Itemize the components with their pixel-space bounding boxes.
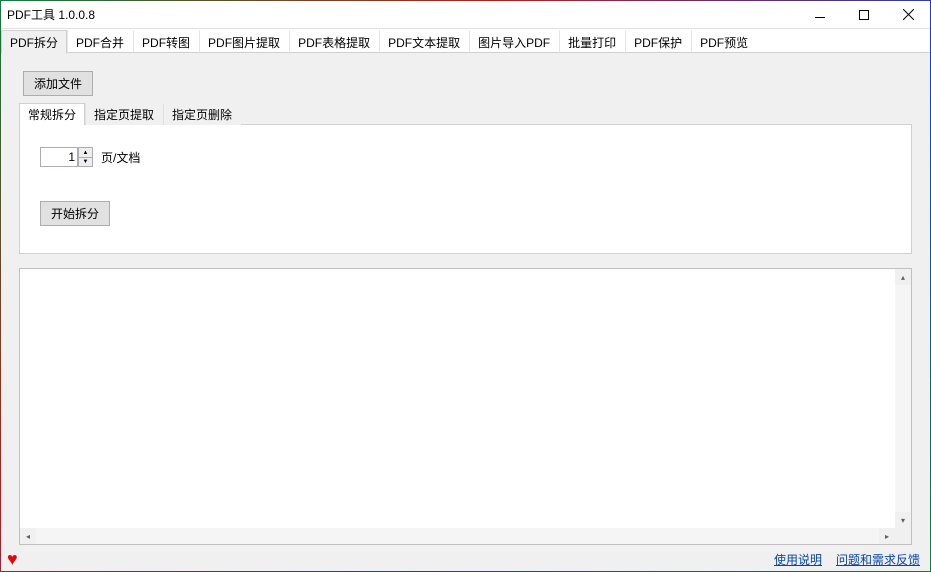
vscroll-track[interactable] bbox=[895, 285, 911, 512]
tab-pdf-to-image[interactable]: PDF转图 bbox=[133, 30, 199, 54]
tab-batch-print[interactable]: 批量打印 bbox=[559, 30, 625, 54]
hscroll-track[interactable] bbox=[36, 528, 879, 544]
subtab-page-delete[interactable]: 指定页删除 bbox=[163, 103, 241, 125]
add-file-row: 添加文件 bbox=[23, 71, 908, 96]
tab-pdf-preview[interactable]: PDF预览 bbox=[691, 30, 757, 54]
horizontal-scrollbar[interactable]: ◂ ▸ bbox=[20, 528, 895, 544]
pages-per-doc-stepper[interactable]: ▲ ▼ bbox=[40, 147, 93, 167]
window-title: PDF工具 1.0.0.8 bbox=[7, 6, 798, 23]
scroll-right-button[interactable]: ▸ bbox=[879, 528, 895, 544]
log-panel: ▴ ▾ ◂ ▸ bbox=[19, 268, 912, 545]
footer: ♥ 使用说明 问题和需求反馈 bbox=[1, 547, 930, 571]
subtab-normal-split[interactable]: 常规拆分 bbox=[19, 103, 85, 125]
pages-per-doc-input[interactable] bbox=[40, 147, 78, 167]
content: 添加文件 常规拆分 指定页提取 指定页删除 ▲ ▼ 页/文档 开始拆分 bbox=[1, 53, 930, 547]
minimize-button[interactable] bbox=[798, 1, 842, 29]
feedback-link[interactable]: 问题和需求反馈 bbox=[836, 551, 920, 568]
tab-pdf-split[interactable]: PDF拆分 bbox=[1, 30, 67, 54]
titlebar: PDF工具 1.0.0.8 bbox=[1, 1, 930, 29]
footer-left: ♥ bbox=[11, 549, 18, 570]
scroll-corner bbox=[895, 528, 911, 544]
pages-per-doc-row: ▲ ▼ 页/文档 bbox=[40, 147, 891, 167]
tab-pdf-text-extract[interactable]: PDF文本提取 bbox=[379, 30, 469, 54]
minimize-icon bbox=[815, 17, 825, 18]
stepper-up[interactable]: ▲ bbox=[78, 147, 93, 157]
start-split-button[interactable]: 开始拆分 bbox=[40, 201, 110, 226]
app-window: PDF工具 1.0.0.8 PDF拆分 PDF合并 PDF转图 PDF图片提取 … bbox=[0, 0, 931, 572]
heart-icon: ♥ bbox=[7, 549, 18, 570]
scroll-up-button[interactable]: ▴ bbox=[895, 269, 911, 285]
sub-tabs: 常规拆分 指定页提取 指定页删除 bbox=[19, 102, 912, 124]
tab-pdf-merge[interactable]: PDF合并 bbox=[67, 30, 133, 54]
scroll-left-button[interactable]: ◂ bbox=[20, 528, 36, 544]
tab-image-to-pdf[interactable]: 图片导入PDF bbox=[469, 30, 559, 54]
add-file-button[interactable]: 添加文件 bbox=[23, 71, 93, 96]
usage-link[interactable]: 使用说明 bbox=[774, 551, 822, 568]
vertical-scrollbar[interactable]: ▴ ▾ bbox=[895, 269, 911, 528]
scroll-down-button[interactable]: ▾ bbox=[895, 512, 911, 528]
maximize-button[interactable] bbox=[842, 1, 886, 29]
stepper-down[interactable]: ▼ bbox=[78, 157, 93, 167]
log-content bbox=[20, 269, 895, 528]
subtab-page-extract[interactable]: 指定页提取 bbox=[85, 103, 163, 125]
tab-pdf-image-extract[interactable]: PDF图片提取 bbox=[199, 30, 289, 54]
close-button[interactable] bbox=[886, 1, 930, 29]
stepper-buttons: ▲ ▼ bbox=[78, 147, 93, 167]
tab-pdf-table-extract[interactable]: PDF表格提取 bbox=[289, 30, 379, 54]
pages-per-doc-label: 页/文档 bbox=[101, 149, 140, 166]
main-tabs: PDF拆分 PDF合并 PDF转图 PDF图片提取 PDF表格提取 PDF文本提… bbox=[1, 29, 930, 53]
window-controls bbox=[798, 1, 930, 29]
footer-links: 使用说明 问题和需求反馈 bbox=[774, 551, 920, 568]
tab-pdf-protect[interactable]: PDF保护 bbox=[625, 30, 691, 54]
close-icon bbox=[903, 9, 914, 20]
maximize-icon bbox=[859, 10, 869, 20]
sub-panel: ▲ ▼ 页/文档 开始拆分 bbox=[19, 124, 912, 254]
